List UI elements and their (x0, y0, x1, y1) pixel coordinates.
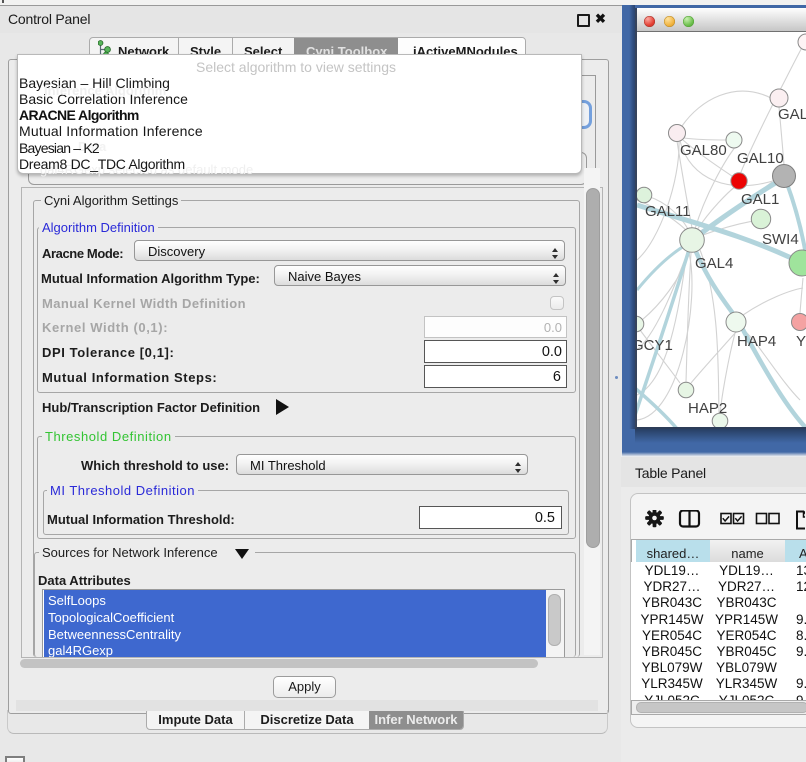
svg-text:SWI4: SWI4 (762, 231, 799, 248)
svg-text:GAL80: GAL80 (680, 142, 727, 159)
svg-text:GAL4: GAL4 (695, 255, 733, 272)
svg-text:Y: Y (796, 333, 806, 350)
svg-text:HAP4: HAP4 (737, 333, 776, 350)
svg-text:GAL11: GAL11 (645, 203, 691, 220)
svg-text:GCY1: GCY1 (637, 337, 673, 354)
svg-text:GAL10: GAL10 (737, 150, 784, 167)
svg-text:HAP2: HAP2 (688, 400, 727, 417)
svg-text:GAL1: GAL1 (741, 191, 779, 208)
svg-text:GAL: GAL (778, 106, 806, 123)
